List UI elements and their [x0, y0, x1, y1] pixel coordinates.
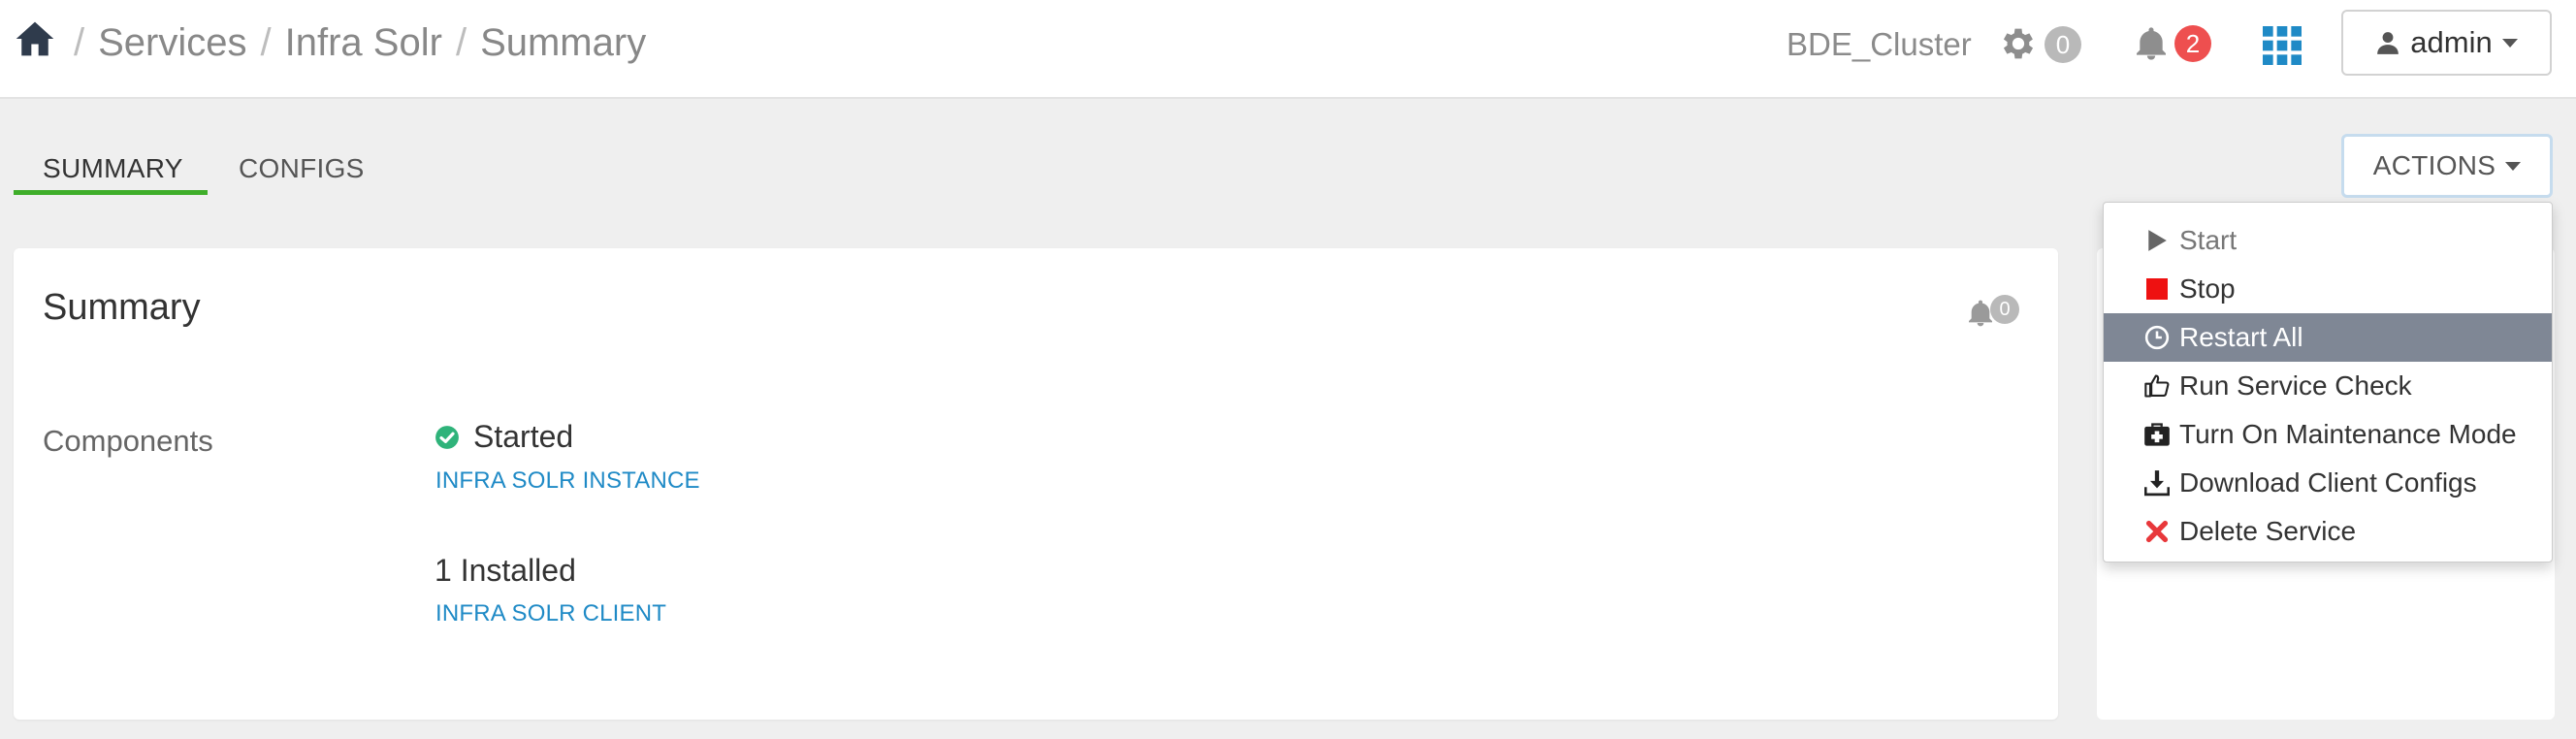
menu-item-delete-service[interactable]: Delete Service	[2104, 507, 2552, 556]
summary-title: Summary	[43, 287, 201, 328]
actions-label: ACTIONS	[2372, 150, 2496, 180]
breadcrumb-separator: /	[74, 21, 85, 64]
breadcrumb-summary: Summary	[480, 21, 647, 64]
menu-item-label: Start	[2179, 225, 2238, 255]
menu-item-label: Delete Service	[2179, 516, 2357, 546]
home-icon[interactable]	[14, 17, 56, 60]
breadcrumb-services[interactable]: Services	[98, 21, 246, 64]
installed-status: 1 Installed	[435, 553, 576, 588]
cluster-name[interactable]: BDE_Cluster	[1787, 26, 1972, 63]
chevron-down-icon	[2501, 38, 2518, 48]
breadcrumb-separator: /	[260, 21, 272, 64]
alerts-count-badge[interactable]: 2	[2174, 25, 2211, 62]
play-icon	[2142, 226, 2172, 255]
started-status: Started	[435, 419, 573, 455]
menu-item-download-client-configs[interactable]: Download Client Configs	[2104, 459, 2552, 507]
breadcrumb: / Services / Infra Solr / Summary	[60, 21, 646, 65]
menu-item-label: Restart All	[2179, 322, 2303, 352]
menu-item-label: Download Client Configs	[2179, 467, 2477, 498]
gear-icon[interactable]	[1998, 23, 2039, 64]
bell-icon[interactable]	[2132, 23, 2171, 64]
actions-dropdown-menu: Start Stop Restart All Run Service Check…	[2103, 202, 2553, 562]
actions-button[interactable]: ACTIONS	[2341, 134, 2553, 198]
menu-item-start[interactable]: Start	[2104, 216, 2552, 265]
summary-panel: Summary 0 Components Started INFRA SOLR …	[14, 248, 2058, 720]
user-menu-button[interactable]: admin	[2341, 10, 2552, 76]
breadcrumb-separator: /	[455, 21, 467, 64]
infra-solr-instance-link[interactable]: INFRA SOLR INSTANCE	[435, 467, 700, 495]
tab-configs[interactable]: CONFIGS	[239, 153, 365, 184]
apps-grid-icon[interactable]	[2263, 26, 2302, 65]
active-tab-indicator	[14, 190, 208, 195]
menu-item-label: Run Service Check	[2179, 370, 2412, 401]
menu-item-restart-all[interactable]: Restart All	[2104, 313, 2552, 362]
menu-item-stop[interactable]: Stop	[2104, 265, 2552, 313]
menu-item-run-service-check[interactable]: Run Service Check	[2104, 362, 2552, 410]
check-circle-icon	[435, 425, 459, 449]
top-navbar: / Services / Infra Solr / Summary BDE_Cluster…	[0, 0, 2576, 99]
menu-item-label: Stop	[2179, 273, 2236, 304]
delete-x-icon	[2142, 517, 2172, 546]
chevron-down-icon	[2505, 161, 2522, 171]
summary-alerts-badge: 0	[1990, 295, 2019, 324]
thumbs-up-icon	[2142, 371, 2172, 401]
clock-icon	[2142, 323, 2172, 352]
tab-summary[interactable]: SUMMARY	[43, 153, 183, 184]
user-name: admin	[2410, 25, 2493, 59]
stop-icon	[2142, 274, 2172, 304]
medkit-icon	[2142, 420, 2172, 449]
download-icon	[2142, 468, 2172, 498]
user-icon	[2377, 32, 2399, 54]
menu-item-label: Turn On Maintenance Mode	[2179, 419, 2517, 449]
menu-item-turn-on-maintenance[interactable]: Turn On Maintenance Mode	[2104, 410, 2552, 459]
ops-count-badge[interactable]: 0	[2045, 26, 2081, 63]
components-label: Components	[43, 424, 213, 458]
started-label: Started	[473, 419, 574, 454]
infra-solr-client-link[interactable]: INFRA SOLR CLIENT	[435, 600, 666, 627]
breadcrumb-infra-solr[interactable]: Infra Solr	[285, 21, 442, 64]
